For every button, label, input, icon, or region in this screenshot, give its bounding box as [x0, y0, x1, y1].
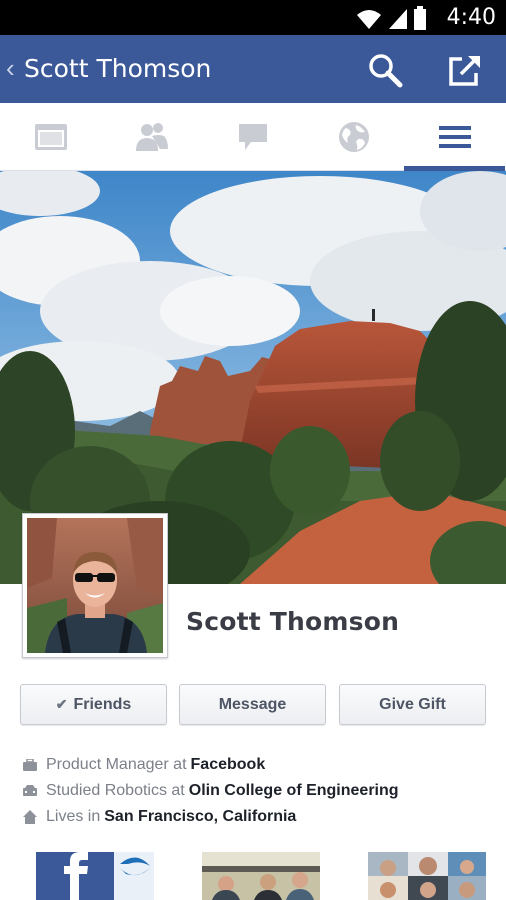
- home-icon: [22, 809, 38, 825]
- education-row: Studied Robotics at Olin College of Engi…: [22, 778, 492, 804]
- tab-bar: [0, 103, 506, 172]
- message-button[interactable]: Message: [179, 684, 326, 725]
- tab-messages[interactable]: [202, 103, 303, 171]
- friends-button-label: Friends: [73, 695, 132, 713]
- search-icon[interactable]: [366, 51, 404, 89]
- page-title[interactable]: Scott Thomson: [24, 54, 211, 83]
- message-button-label: Message: [218, 695, 287, 713]
- hometown-place-link[interactable]: San Francisco, California: [104, 808, 296, 826]
- hometown-prefix: Lives in: [46, 808, 101, 825]
- work-prefix: Product Manager at: [46, 756, 187, 773]
- chevron-left-icon[interactable]: ‹: [6, 53, 15, 84]
- work-row: Product Manager at Facebook: [22, 752, 492, 778]
- work-place-link[interactable]: Facebook: [191, 756, 266, 774]
- tab-more[interactable]: [404, 103, 505, 172]
- facebook-page-thumbnail[interactable]: [36, 852, 154, 900]
- give-gift-button[interactable]: Give Gift: [339, 684, 486, 725]
- app-bar: ‹ Scott Thomson: [0, 35, 506, 103]
- signal-icon: [389, 9, 407, 29]
- briefcase-icon: [22, 757, 38, 773]
- tab-friends[interactable]: [101, 103, 202, 171]
- globe-icon: [338, 122, 369, 152]
- messages-icon: [238, 124, 267, 150]
- thumbnails-row: [0, 852, 506, 900]
- share-icon[interactable]: [446, 51, 484, 89]
- friends-icon: [135, 123, 168, 151]
- hometown-row: Lives in San Francisco, California: [22, 804, 492, 830]
- about-section: Product Manager at Facebook Studied Robo…: [22, 752, 492, 830]
- tab-news-feed[interactable]: [0, 103, 101, 171]
- education-place-link[interactable]: Olin College of Engineering: [189, 782, 399, 800]
- checkmark-icon: ✔: [55, 696, 68, 712]
- status-bar: 4:40: [0, 0, 506, 35]
- profile-name: Scott Thomson: [186, 607, 400, 636]
- friends-thumbnail[interactable]: [368, 852, 486, 900]
- status-time: 4:40: [446, 5, 496, 30]
- battery-icon: [414, 6, 426, 30]
- education-prefix: Studied Robotics at: [46, 782, 185, 799]
- give-gift-button-label: Give Gift: [379, 695, 446, 713]
- school-icon: [22, 783, 38, 799]
- photos-thumbnail[interactable]: [202, 852, 320, 900]
- status-icons: [356, 6, 426, 30]
- news-feed-icon: [34, 124, 67, 150]
- avatar[interactable]: [22, 513, 168, 658]
- wifi-icon: [357, 10, 381, 29]
- menu-icon: [438, 126, 471, 148]
- friends-button[interactable]: ✔ Friends: [20, 684, 167, 725]
- tab-notifications[interactable]: [303, 103, 404, 171]
